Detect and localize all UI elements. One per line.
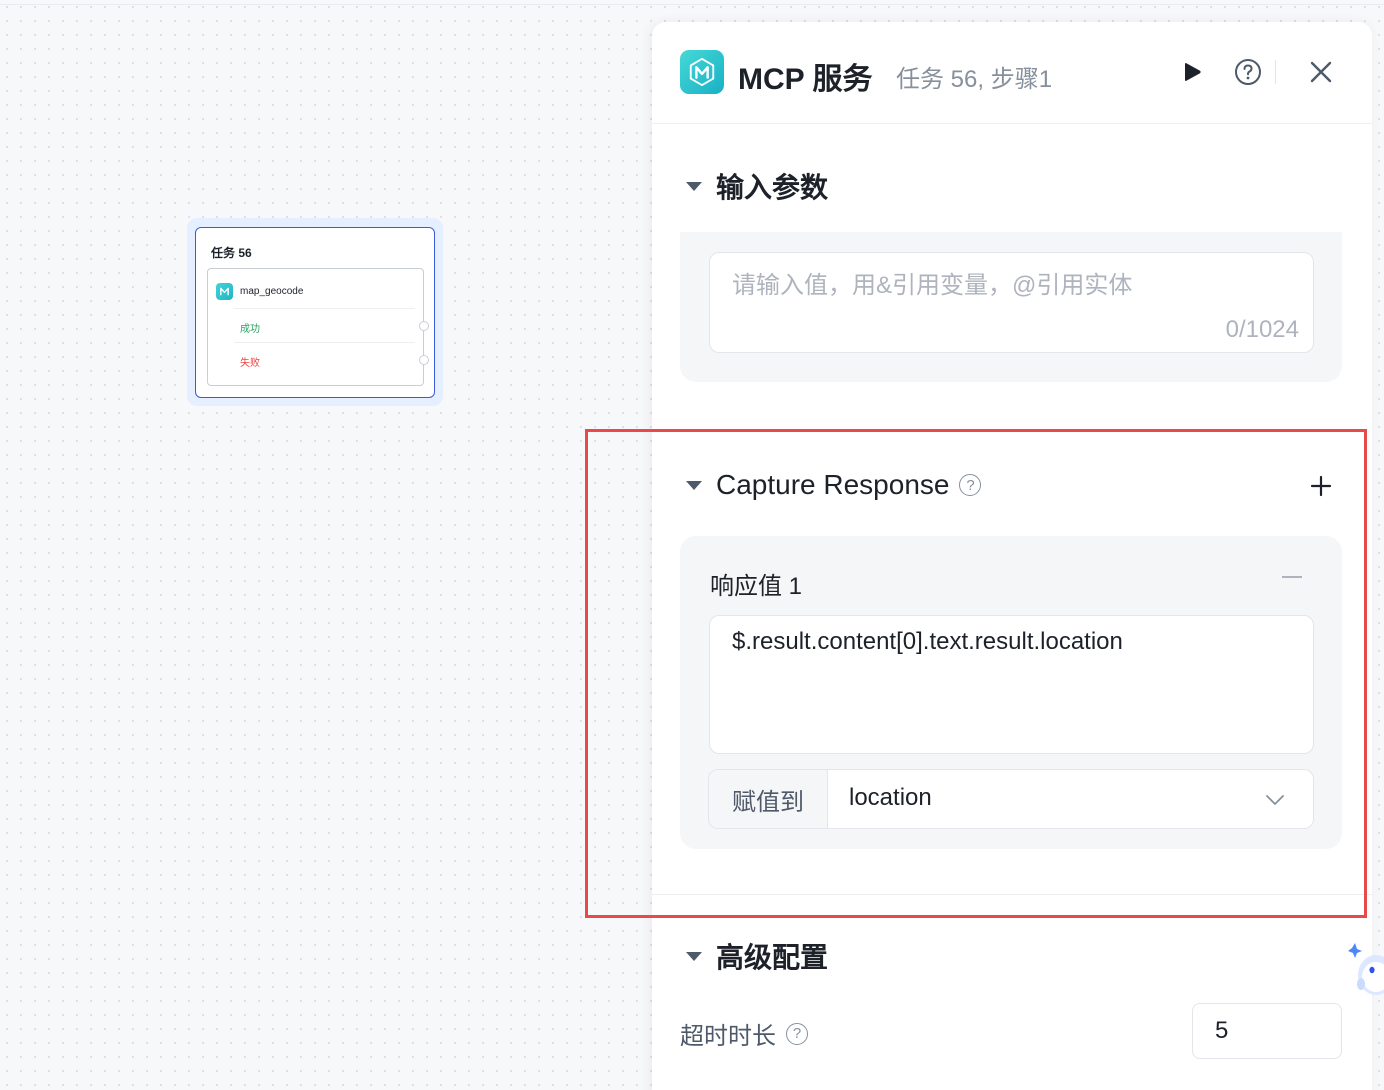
input-section-header[interactable]: 输入参数 [686, 166, 828, 206]
success-port-handle[interactable] [419, 321, 429, 331]
node-divider [234, 308, 415, 309]
node-tool-card[interactable]: map_geocode 成功 失败 [207, 268, 429, 386]
header-divider [1275, 60, 1276, 84]
input-placeholder: 请输入值，用&引用变量，@引用实体 [732, 272, 1133, 299]
play-icon [1185, 62, 1201, 82]
panel-title: MCP 服务 [738, 63, 873, 96]
workflow-node-task[interactable]: 任务 56 map_geocode 成功 失败 [195, 227, 435, 398]
input-value-field[interactable]: 请输入值，用&引用变量，@引用实体 0/1024 [709, 252, 1314, 353]
help-icon[interactable]: ? [786, 1022, 808, 1045]
node-title: 任务 56 [211, 246, 252, 260]
close-button[interactable] [1305, 56, 1337, 88]
run-button[interactable] [1176, 56, 1208, 88]
panel-header: MCP 服务 任务 56, 步骤1 [652, 22, 1372, 124]
canvas-top-border [0, 4, 1384, 5]
timeout-input[interactable]: 5 [1192, 1003, 1342, 1059]
advanced-section-header[interactable]: 高级配置 [686, 936, 828, 976]
input-section-title: 输入参数 [716, 172, 829, 203]
node-divider [234, 342, 415, 343]
collapse-triangle-icon [686, 181, 702, 191]
input-params-card: 请输入值，用&引用变量，@引用实体 0/1024 [680, 232, 1342, 382]
fail-port-handle[interactable] [419, 355, 429, 365]
panel-subtitle: 任务 56, 步骤1 [896, 66, 1053, 93]
advanced-section-title: 高级配置 [716, 942, 829, 973]
node-tool-name: map_geocode [240, 286, 304, 297]
node-branch-success: 成功 [240, 324, 260, 335]
assistant-mascot-icon[interactable] [1346, 940, 1384, 996]
node-tool-row: map_geocode [216, 283, 303, 300]
highlight-annotation-box [585, 429, 1367, 918]
mcp-logo-icon [216, 283, 233, 300]
timeout-label: 超时时长 [680, 1023, 776, 1050]
timeout-label-row: 超时时长 ? [680, 1016, 808, 1051]
close-icon [1310, 61, 1332, 83]
help-button[interactable] [1232, 56, 1264, 88]
collapse-triangle-icon [686, 951, 702, 961]
node-branch-fail: 失败 [240, 358, 260, 369]
mcp-service-logo-icon [680, 50, 724, 94]
char-counter: 0/1024 [1225, 316, 1299, 343]
question-circle-icon [1235, 59, 1261, 85]
